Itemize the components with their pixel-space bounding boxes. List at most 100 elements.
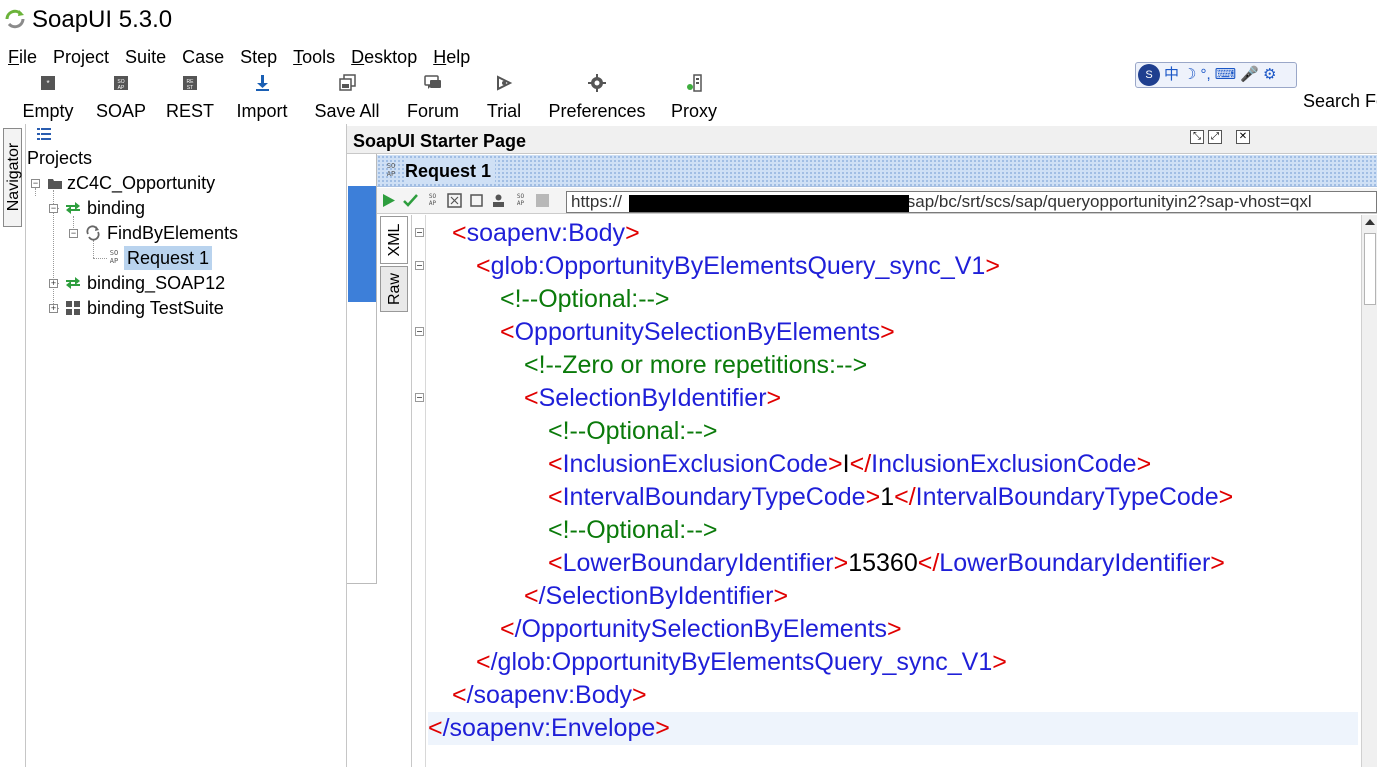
user-auth-icon[interactable]	[491, 193, 506, 208]
new-project-icon: *	[41, 76, 55, 90]
collapse-toggle-icon[interactable]: −	[69, 229, 78, 238]
code-line: <InclusionExclusionCode>I</InclusionExcl…	[548, 450, 1152, 478]
soap-request-icon: SO AP	[386, 162, 396, 178]
soap-project-button[interactable]: SO AP SOAP	[92, 72, 150, 124]
run-icon[interactable]	[381, 193, 396, 208]
collapse-toggle-icon[interactable]: −	[49, 204, 58, 213]
save-all-button[interactable]: Save All	[308, 72, 386, 124]
code-line: <SelectionByIdentifier>	[524, 384, 782, 412]
navigator-panel: Projects − zC4C_Opportunity − binding − …	[25, 124, 347, 767]
editor-view-tabs: XML Raw	[380, 216, 410, 316]
code-line: <!--Optional:-->	[548, 516, 718, 544]
forum-icon	[424, 75, 441, 89]
tree-view-icon[interactable]	[37, 128, 51, 140]
redacted-host	[629, 195, 909, 212]
menu-tools[interactable]: Tools	[285, 44, 343, 70]
operation-cycle-icon	[86, 225, 100, 241]
fold-gutter	[412, 215, 426, 767]
ime-punctuation-icon[interactable]: °,	[1200, 64, 1210, 86]
code-line: </glob:OpportunityByElementsQuery_sync_V…	[476, 648, 1007, 676]
interface-arrows-icon	[66, 202, 80, 214]
soap-action-icon[interactable]: SO AP	[513, 193, 528, 208]
code-line: <!--Zero or more repetitions:-->	[524, 351, 868, 379]
endpoint-url-field[interactable]: https:///sap/bc/srt/scs/sap/queryopportu…	[566, 191, 1377, 213]
test-suite-grid-icon	[66, 301, 80, 315]
tree-node-binding-soap12[interactable]: + binding_SOAP12	[49, 271, 269, 295]
preferences-button[interactable]: Preferences	[542, 72, 652, 124]
collapse-toggle-icon[interactable]: −	[31, 179, 40, 188]
add-assertion-icon[interactable]	[403, 193, 418, 208]
gear-icon	[588, 74, 606, 92]
navigator-tab[interactable]: Navigator	[3, 128, 22, 227]
recreate-request-icon[interactable]	[469, 193, 484, 208]
stop-icon[interactable]	[535, 193, 550, 208]
fold-toggle-icon[interactable]	[415, 228, 424, 237]
code-line: <!--Optional:-->	[548, 417, 718, 445]
menu-bar: File Project Suite Case Step Tools Deskt…	[0, 44, 478, 70]
tree-root-projects[interactable]: Projects	[27, 146, 92, 170]
code-line: </OpportunitySelectionByElements>	[500, 615, 902, 643]
menu-file[interactable]: File	[0, 44, 45, 70]
tab-xml[interactable]: XML	[380, 216, 408, 264]
selected-window-indicator[interactable]	[348, 186, 376, 302]
scrollbar-thumb[interactable]	[1364, 233, 1376, 305]
xml-code: <soapenv:Body> <glob:OpportunityByElemen…	[428, 217, 1358, 745]
code-line: </soapenv:Body>	[452, 681, 647, 709]
ime-chinese-mode-icon[interactable]: 中	[1164, 64, 1179, 86]
create-empty-request-icon[interactable]	[447, 193, 462, 208]
svg-text:ST: ST	[187, 85, 193, 91]
trial-icon	[497, 75, 513, 91]
tree-node-binding[interactable]: − binding	[49, 196, 249, 220]
empty-project-button[interactable]: * Empty	[14, 72, 82, 124]
expand-toggle-icon[interactable]: +	[49, 279, 58, 288]
code-line: <!--Optional:-->	[500, 285, 670, 313]
search-forum-label[interactable]: Search Fo	[1303, 90, 1377, 112]
maximize-icon[interactable]: ⤢	[1208, 130, 1222, 144]
starter-page-tab[interactable]: SoapUI Starter Page ⤡ ⤢ ✕	[347, 126, 1377, 154]
expand-toggle-icon[interactable]: +	[49, 304, 58, 313]
xml-editor[interactable]: <soapenv:Body> <glob:OpportunityByElemen…	[411, 215, 1361, 767]
code-line: <soapenv:Body>	[452, 219, 640, 247]
tree-node-project[interactable]: − zC4C_Opportunity	[31, 171, 251, 195]
rest-project-button[interactable]: RE ST REST	[162, 72, 218, 124]
soap-settings-icon[interactable]: SO AP	[425, 193, 440, 208]
ime-moon-icon[interactable]: ☽	[1183, 64, 1196, 86]
forum-button[interactable]: Forum	[398, 72, 468, 124]
request-toolbar: SO AP SO AP https:///sap/bc/srt/scs/sap/qu…	[377, 188, 1377, 214]
fold-toggle-icon[interactable]	[415, 261, 424, 270]
menu-suite[interactable]: Suite	[117, 44, 174, 70]
tab-raw[interactable]: Raw	[380, 266, 408, 312]
menu-project[interactable]: Project	[45, 44, 117, 70]
ime-toolbar[interactable]: S 中 ☽ °, ⌨ 🎤 ⚙	[1135, 62, 1297, 88]
ime-microphone-icon[interactable]: 🎤	[1240, 64, 1259, 86]
svg-text:AP: AP	[118, 85, 125, 91]
soapui-logo-icon	[5, 9, 25, 29]
scroll-up-icon[interactable]	[1365, 219, 1375, 225]
soap-icon: SOAP	[114, 76, 128, 91]
menu-step[interactable]: Step	[232, 44, 285, 70]
code-line-current: </soapenv:Envelope>	[428, 712, 1358, 745]
ime-keyboard-icon[interactable]: ⌨	[1215, 64, 1237, 86]
interface-arrows-icon	[66, 277, 80, 289]
rest-icon: REST	[183, 76, 197, 91]
close-icon[interactable]: ✕	[1236, 130, 1250, 144]
menu-desktop[interactable]: Desktop	[343, 44, 425, 70]
code-line: <OpportunitySelectionByElements>	[500, 318, 895, 346]
trial-button[interactable]: Trial	[478, 72, 530, 124]
editor-vertical-scrollbar[interactable]	[1361, 215, 1377, 767]
proxy-icon	[687, 74, 702, 92]
folder-icon	[48, 179, 62, 189]
tree-node-operation[interactable]: − FindByElements	[69, 221, 269, 245]
menu-case[interactable]: Case	[174, 44, 232, 70]
tree-node-request[interactable]: SO AP Request 1	[106, 246, 246, 270]
ime-settings-icon[interactable]: ⚙	[1263, 64, 1276, 86]
tree-node-test-suite[interactable]: + binding TestSuite	[49, 296, 289, 320]
proxy-button[interactable]: Proxy	[664, 72, 724, 124]
menu-help[interactable]: Help	[425, 44, 478, 70]
import-button[interactable]: Import	[228, 72, 296, 124]
svg-text:*: *	[46, 79, 49, 88]
code-line: <LowerBoundaryIdentifier>15360</LowerBou…	[548, 549, 1225, 577]
fold-toggle-icon[interactable]	[415, 393, 424, 402]
restore-icon[interactable]: ⤡	[1190, 130, 1204, 144]
fold-toggle-icon[interactable]	[415, 327, 424, 336]
